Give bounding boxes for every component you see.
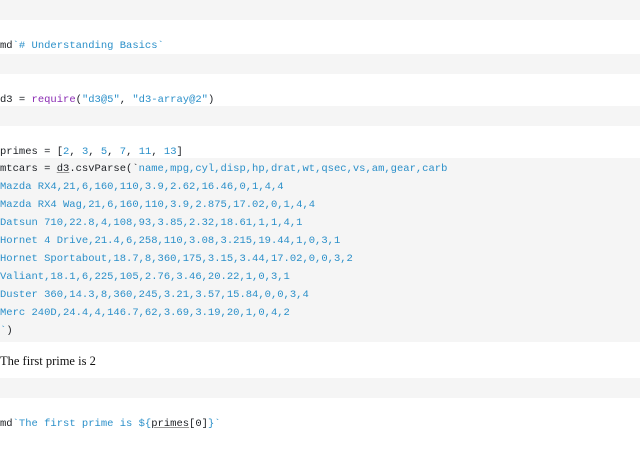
d3-reference: d3 bbox=[56, 163, 70, 175]
csv-line: Duster 360,14.3,8,360,245,3.21,3.57,15.8… bbox=[0, 286, 640, 304]
csv-line: Datsun 710,22.8,4,108,93,3.85,2.32,18.61… bbox=[0, 214, 640, 232]
index-expr: [0] bbox=[189, 418, 208, 430]
md-string: `# Understanding Basics` bbox=[12, 40, 164, 52]
csv-line: mtcars = d3.csvParse(`name,mpg,cyl,disp,… bbox=[0, 163, 448, 175]
cell-d3-source[interactable]: d3 = require("d3@5", "d3-array@2") bbox=[0, 54, 640, 106]
cell-first-prime-source[interactable]: md`The first prime is ${primes[0]}` bbox=[0, 378, 640, 430]
csv-text: Valiant,18.1,6,225,105,2.76,3.46,20.22,1… bbox=[0, 271, 290, 283]
first-prime-output: The first prime is 2 bbox=[0, 354, 96, 368]
csv-line: Merc 240D,24.4,4,146.7,62,3.69,3.19,20,1… bbox=[0, 304, 640, 322]
function-name: require bbox=[31, 94, 76, 106]
csv-text: Hornet Sportabout,18.7,8,360,175,3.15,3.… bbox=[0, 253, 353, 265]
md-tag: md bbox=[0, 418, 13, 430]
variable-name: primes = [ bbox=[0, 146, 64, 158]
notebook: md`# Understanding Basics` d3 = ▶Object … bbox=[0, 0, 640, 430]
variable-name: mtcars = bbox=[0, 163, 57, 175]
csv-text: Duster 360,14.3,8,360,245,3.21,3.57,15.8… bbox=[0, 289, 309, 301]
csv-text: Merc 240D,24.4,4,146.7,62,3.69,3.19,20,1… bbox=[0, 307, 290, 319]
md-title-code: md`# Understanding Basics` bbox=[0, 40, 164, 52]
csv-line: Hornet Sportabout,18.7,8,360,175,3.15,3.… bbox=[0, 250, 640, 268]
md-tag: md bbox=[0, 40, 13, 52]
array-value: 11 bbox=[138, 146, 152, 158]
string-arg: "d3@5" bbox=[81, 94, 120, 106]
csv-text: name,mpg,cyl,disp,hp,drat,wt,qsec,vs,am,… bbox=[138, 163, 448, 175]
csv-text: Mazda RX4,21,6,160,110,3.9,2.62,16.46,0,… bbox=[0, 181, 284, 193]
md-string: }` bbox=[207, 418, 221, 430]
csv-line: Mazda RX4,21,6,160,110,3.9,2.62,16.46,0,… bbox=[0, 178, 640, 196]
first-prime-code: md`The first prime is ${primes[0]}` bbox=[0, 414, 640, 434]
csv-line: Hornet 4 Drive,21.4,6,258,110,3.08,3.215… bbox=[0, 232, 640, 250]
csv-text: Hornet 4 Drive,21.4,6,258,110,3.08,3.215… bbox=[0, 235, 341, 247]
csv-text: Datsun 710,22.8,4,108,93,3.85,2.32,18.61… bbox=[0, 217, 303, 229]
md-string: `The first prime is ${ bbox=[12, 418, 152, 430]
csv-text: Mazda RX4 Wag,21,6,160,110,3.9,2.875,17.… bbox=[0, 199, 316, 211]
csv-line: Mazda RX4 Wag,21,6,160,110,3.9,2.875,17.… bbox=[0, 196, 640, 214]
array-value: 13 bbox=[163, 146, 177, 158]
string-arg: "d3-array@2" bbox=[132, 94, 208, 106]
cell-title-source[interactable]: md`# Understanding Basics` bbox=[0, 0, 640, 52]
csv-line: Valiant,18.1,6,225,105,2.76,3.46,20.22,1… bbox=[0, 268, 640, 286]
csv-close: `) bbox=[0, 325, 13, 337]
variable-name: d3 = bbox=[0, 94, 32, 106]
primes-reference: primes bbox=[151, 418, 190, 430]
cell-mtcars-source[interactable]: mtcars = d3.csvParse(`name,mpg,cyl,disp,… bbox=[0, 158, 640, 342]
